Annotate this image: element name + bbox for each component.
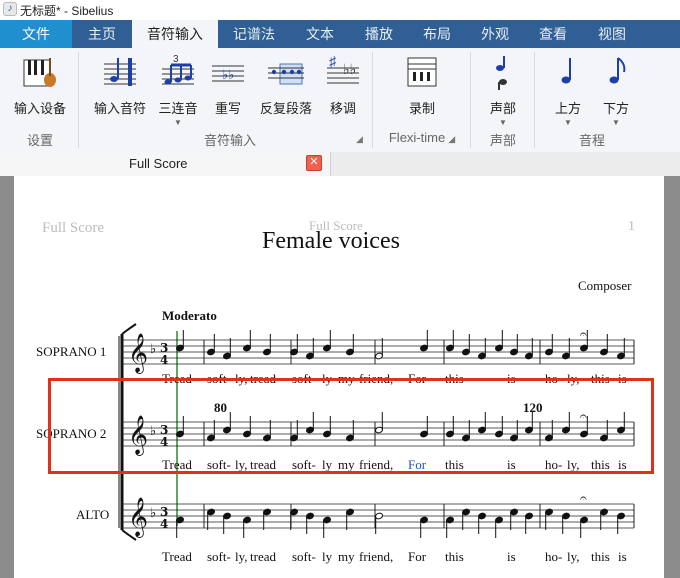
keyboard-guitar-icon xyxy=(23,58,56,87)
voice-notes-icon xyxy=(496,56,507,90)
lyric-syllable: this xyxy=(591,549,610,564)
ribbon-separator xyxy=(470,52,471,148)
key-flat-icon: ♭ xyxy=(150,342,156,357)
record-keyboard-icon xyxy=(407,57,437,87)
tab-text[interactable]: 文本 xyxy=(290,20,350,48)
voice-label: 声部 xyxy=(489,101,516,116)
doc-tab-label: Full Score xyxy=(129,156,188,171)
down-note-icon xyxy=(609,57,626,84)
treble-clef-icon: 𝄞 xyxy=(128,497,148,538)
record-label: 录制 xyxy=(408,101,435,116)
group-label-setup: 设置 xyxy=(26,133,53,148)
tab-appearance[interactable]: 外观 xyxy=(466,20,524,48)
staff-alto: 𝄞 ♭ 34𝄐 xyxy=(122,491,635,538)
repeat-bars-icon xyxy=(268,63,304,85)
input-device-label: 输入设备 xyxy=(13,101,66,116)
svg-text:♭♭: ♭♭ xyxy=(343,61,356,77)
close-icon[interactable]: ✕ xyxy=(306,155,322,171)
group-label-voice: 声部 xyxy=(489,133,516,148)
transpose-icon: ♯ ♭♭ xyxy=(327,53,359,84)
dialog-launcher-icon[interactable]: ◢ xyxy=(448,134,455,144)
chevron-down-icon: ▼ xyxy=(564,118,572,127)
window-title: 无标题* - Sibelius xyxy=(20,4,114,18)
lyric-syllable: friend, xyxy=(359,549,394,564)
tab-review[interactable]: 查看 xyxy=(524,20,582,48)
ribbon-separator xyxy=(78,52,79,148)
lyric-syllable: this xyxy=(445,549,464,564)
lyric-syllable: ho- xyxy=(545,549,563,564)
staff-name-soprano-1: SOPRANO 1 xyxy=(36,344,107,359)
lyric-syllable: ly, xyxy=(235,549,248,564)
ribbon-tab-bar: 文件 主页 音符输入 记谱法 文本 播放 布局 外观 查看 视图 xyxy=(0,20,680,48)
repeat-button[interactable]: 反复段落 xyxy=(254,52,318,117)
treble-clef-icon: 𝄞 xyxy=(128,333,148,374)
transpose-label: 移调 xyxy=(329,101,356,116)
tab-full-score[interactable]: Full Score ✕ xyxy=(0,152,331,176)
selection-highlight-box xyxy=(48,378,654,474)
chevron-down-icon: ▼ xyxy=(499,118,507,127)
score-canvas[interactable]: Full Score Full Score 1 Female voices Co… xyxy=(0,176,680,578)
fermata-icon: 𝄐 xyxy=(580,327,587,341)
down-button[interactable]: 下方 ▼ xyxy=(594,52,638,127)
up-button[interactable]: 上方 ▼ xyxy=(546,52,590,127)
voice-button[interactable]: 声部 ▼ xyxy=(478,52,528,127)
lyric-syllable: ly, xyxy=(567,549,580,564)
transpose-button[interactable]: ♯ ♭♭ 移调 xyxy=(320,52,366,117)
lyric-syllable: Tread xyxy=(162,549,192,564)
staff-soprano-1: 𝄞 ♭ 34𝄐 xyxy=(122,327,635,374)
svg-text:♯: ♯ xyxy=(329,53,337,69)
group-label-flexi-time: Flexi-time ◢ xyxy=(388,130,456,145)
tuplet-icon: 3 xyxy=(162,54,194,85)
rewrite-button[interactable]: ♭♭ 重写 xyxy=(206,52,250,117)
tab-file[interactable]: 文件 xyxy=(0,20,72,48)
tab-notations[interactable]: 记谱法 xyxy=(218,20,290,48)
tab-play[interactable]: 播放 xyxy=(350,20,408,48)
up-label: 上方 xyxy=(554,101,581,116)
group-label-range: 音程 xyxy=(578,133,605,148)
input-notes-label: 输入音符 xyxy=(93,101,146,116)
lyric-syllable: is xyxy=(618,549,627,564)
lyric-syllable: is xyxy=(507,549,516,564)
lyric-syllable: my xyxy=(338,549,355,564)
ribbon-panel: 输入设备 输入音符 3 三连音 ▼ ♭♭ 重写 反复段落 ♯ ♭♭ 移调 录制 … xyxy=(0,48,680,153)
time-sig-bottom: 4 xyxy=(160,517,168,531)
fermata-icon: 𝄐 xyxy=(580,491,587,505)
record-button[interactable]: 录制 xyxy=(388,52,456,117)
tab-view[interactable]: 视图 xyxy=(582,20,642,48)
input-notes-icon xyxy=(104,58,136,86)
dialog-launcher-icon[interactable]: ◢ xyxy=(350,130,366,145)
ribbon-separator xyxy=(372,52,373,148)
tuplet-label: 三连音 xyxy=(158,101,198,116)
key-flat-icon: ♭ xyxy=(150,506,156,521)
rewrite-icon: ♭♭ xyxy=(212,65,244,82)
lyric-syllable: For xyxy=(408,549,427,564)
lyric-syllable: tread xyxy=(250,549,276,564)
input-notes-button[interactable]: 输入音符 xyxy=(88,52,152,117)
tuplet-button[interactable]: 3 三连音 ▼ xyxy=(152,52,204,127)
tab-layout[interactable]: 布局 xyxy=(408,20,466,48)
staff-name-alto: ALTO xyxy=(76,507,110,522)
tab-note-input[interactable]: 音符输入 xyxy=(132,20,218,48)
lyric-syllable: soft- xyxy=(292,549,316,564)
score-page[interactable]: Full Score Full Score 1 Female voices Co… xyxy=(14,176,664,578)
input-device-button[interactable]: 输入设备 xyxy=(8,52,72,117)
lyric-syllable: soft- xyxy=(207,549,231,564)
lyric-syllable: ly xyxy=(322,549,333,564)
chevron-down-icon: ▼ xyxy=(174,118,182,127)
down-label: 下方 xyxy=(602,101,629,116)
rewrite-label: 重写 xyxy=(214,101,241,116)
group-label-note-input: 音符输入 xyxy=(203,133,256,148)
tab-home[interactable]: 主页 xyxy=(72,20,132,48)
up-note-icon xyxy=(561,58,571,84)
repeat-label: 反复段落 xyxy=(259,101,312,116)
svg-text:♭♭: ♭♭ xyxy=(222,67,234,82)
ribbon-separator xyxy=(534,52,535,148)
time-sig-bottom: 4 xyxy=(160,353,168,367)
document-tab-bar: Full Score ✕ xyxy=(0,152,680,176)
svg-text:3: 3 xyxy=(173,54,179,65)
title-bar: ♪ 无标题* - Sibelius xyxy=(0,0,680,20)
chevron-down-icon: ▼ xyxy=(612,118,620,127)
sibelius-app-icon: ♪ xyxy=(3,2,17,16)
